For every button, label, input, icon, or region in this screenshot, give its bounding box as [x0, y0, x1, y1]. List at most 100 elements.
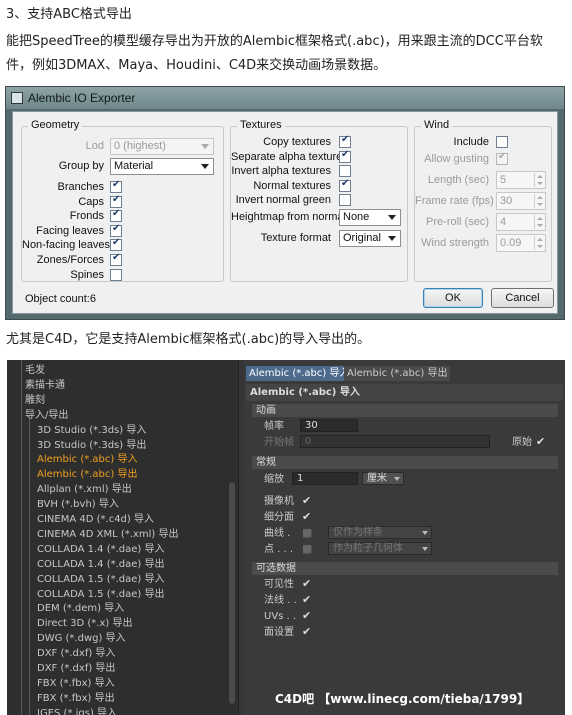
tree-item[interactable]: 雕刻 — [25, 393, 45, 408]
texture-option-label: Invert alpha textures — [231, 165, 331, 178]
spinner-arrows-icon[interactable] — [534, 173, 544, 187]
uvs-checkmark-icon[interactable]: ✔ — [302, 609, 311, 622]
visibility-label: 可见性 — [264, 579, 294, 590]
optional-data-section[interactable]: 可选数据 — [252, 562, 558, 575]
camera-checkmark-icon[interactable]: ✔ — [302, 494, 311, 507]
texture-option-checkbox[interactable] — [339, 194, 351, 207]
general-section[interactable]: 常规 — [252, 456, 558, 469]
preroll-input[interactable]: 4 — [496, 213, 546, 231]
point-label: 点 . . . — [264, 544, 294, 555]
tree-item[interactable]: Alembic (*.abc) 导入 — [37, 452, 137, 467]
tree-item[interactable]: Alembic (*.abc) 导出 — [37, 467, 137, 482]
wind-include-checkbox[interactable] — [496, 136, 508, 148]
dialog-body: Geometry Lod 0 (highest) Group by Materi… — [12, 111, 558, 314]
scale-field[interactable]: 1 — [292, 472, 358, 485]
spinner-arrows-icon[interactable] — [534, 194, 544, 208]
tree-item[interactable]: DXF (*.dxf) 导出 — [37, 661, 115, 676]
original-checkmark-icon[interactable]: ✔ — [536, 435, 545, 448]
frame-rate-label: 帧率 — [264, 421, 284, 432]
animation-section[interactable]: 动画 — [252, 404, 558, 417]
tree-item[interactable]: 3D Studio (*.3ds) 导入 — [37, 423, 146, 438]
ok-button[interactable]: OK — [423, 288, 483, 308]
tree-item[interactable]: DWG (*.dwg) 导入 — [37, 631, 126, 646]
curve-mode-dropdown[interactable]: 仅作为样条 — [328, 526, 432, 539]
tree-item[interactable]: FBX (*.fbx) 导出 — [37, 691, 115, 706]
tree-item[interactable]: COLLADA 1.4 (*.dae) 导出 — [37, 557, 164, 572]
texture-option-checkbox[interactable] — [339, 165, 351, 178]
group-by-select[interactable]: Material — [110, 158, 214, 175]
frame-rate-field[interactable]: 30 — [300, 419, 358, 432]
tree-item[interactable]: COLLADA 1.5 (*.dae) 导入 — [37, 572, 164, 587]
start-frame-field[interactable]: 0 — [300, 435, 490, 448]
tree-item[interactable]: 3D Studio (*.3ds) 导出 — [37, 438, 146, 453]
cancel-button[interactable]: Cancel — [491, 288, 554, 308]
tree-item[interactable]: FBX (*.fbx) 导入 — [37, 676, 115, 691]
section-heading: 3、支持ABC格式导出 — [6, 7, 132, 22]
chevron-down-icon — [394, 477, 400, 481]
heightmap-select[interactable]: None — [339, 209, 401, 226]
camera-label: 摄像机 — [264, 496, 294, 507]
geometry-option-checkbox[interactable] — [110, 208, 122, 223]
dialog-title-bar[interactable]: Alembic IO Exporter — [6, 87, 564, 109]
tree-item[interactable]: Direct 3D (*.x) 导出 — [37, 616, 132, 631]
allow-gusting-checkbox[interactable] — [496, 151, 508, 165]
tree-item[interactable]: COLLADA 1.4 (*.dae) 导入 — [37, 542, 164, 557]
chevron-down-icon — [388, 215, 396, 220]
tab-alembic-export[interactable]: Alembic (*.abc) 导出 — [344, 366, 451, 381]
tree-guide-line — [29, 416, 30, 715]
app-icon — [11, 92, 23, 104]
geometry-option-checkbox[interactable] — [110, 223, 122, 237]
texture-option-label: Copy textures — [263, 136, 331, 148]
face-settings-checkmark-icon[interactable]: ✔ — [302, 625, 311, 638]
tree-item[interactable]: IGES (*.igs) 导入 — [37, 706, 117, 715]
geometry-option-checkbox[interactable] — [110, 179, 122, 193]
wind-group: Wind Include Allow gusting Length (sec) … — [414, 119, 552, 282]
texture-option-checkbox[interactable] — [339, 149, 351, 163]
tab-alembic-import[interactable]: Alembic (*.abc) 导入 — [246, 366, 353, 381]
length-input[interactable]: 5 — [496, 171, 546, 189]
geometry-option-checkbox[interactable] — [110, 194, 122, 208]
tree-item[interactable]: COLLADA 1.5 (*.dae) 导出 — [37, 587, 164, 602]
texture-option-checkbox[interactable] — [339, 178, 351, 192]
normals-checkmark-icon[interactable]: ✔ — [302, 593, 311, 606]
subdivision-checkmark-icon[interactable]: ✔ — [302, 510, 311, 523]
point-checkbox-icon[interactable]: ■ — [302, 542, 312, 555]
geometry-option-label: Caps — [78, 195, 104, 208]
geometry-option-checkbox[interactable] — [110, 268, 122, 281]
object-count: Object count:6 — [25, 293, 96, 305]
wind-strength-input[interactable]: 0.09 — [496, 234, 546, 252]
wind-include-label: Include — [453, 136, 489, 148]
texture-option-label: Invert normal green — [235, 194, 331, 207]
tree-item[interactable]: 毛发 — [25, 363, 45, 378]
tree-scrollbar[interactable] — [229, 482, 235, 704]
uvs-label: UVs . . — [264, 611, 297, 622]
geometry-option-checkbox[interactable] — [110, 237, 122, 252]
tree-item[interactable]: 导入/导出 — [25, 408, 68, 423]
curve-checkbox-icon[interactable]: ■ — [302, 526, 312, 539]
texture-option-label: Normal textures — [253, 179, 331, 192]
texture-option-checkbox[interactable] — [339, 134, 351, 148]
unit-dropdown[interactable]: 厘米 — [362, 472, 404, 485]
scale-label: 缩放 — [264, 474, 284, 485]
spinner-arrows-icon[interactable] — [534, 215, 544, 229]
normals-label: 法线 . . — [264, 595, 297, 606]
tree-item[interactable]: CINEMA 4D XML (*.xml) 导出 — [37, 527, 178, 542]
texture-format-select[interactable]: Original — [339, 230, 401, 247]
geometry-option-label: Branches — [57, 181, 104, 193]
tree-item[interactable]: DXF (*.dxf) 导入 — [37, 646, 115, 661]
spinner-arrows-icon[interactable] — [534, 236, 544, 250]
tree-item[interactable]: BVH (*.bvh) 导入 — [37, 497, 119, 512]
tree-item[interactable]: Allplan (*.xml) 导出 — [37, 482, 132, 497]
tree-item[interactable]: DEM (*.dem) 导入 — [37, 601, 124, 616]
lod-select[interactable]: 0 (highest) — [110, 138, 214, 155]
frame-rate-input[interactable]: 30 — [496, 192, 546, 210]
geometry-option-checkbox[interactable] — [110, 252, 122, 266]
tree-item[interactable]: 素描卡通 — [25, 378, 65, 393]
wind-strength-label: Wind strength — [421, 237, 489, 249]
tree-item[interactable]: CINEMA 4D (*.c4d) 导入 — [37, 512, 154, 527]
point-mode-dropdown[interactable]: 作为粒子几何体 — [328, 542, 432, 555]
length-label: Length (sec) — [427, 174, 489, 186]
chevron-down-icon — [201, 164, 209, 169]
visibility-checkmark-icon[interactable]: ✔ — [302, 577, 311, 590]
textures-group-title: Textures — [237, 119, 285, 131]
